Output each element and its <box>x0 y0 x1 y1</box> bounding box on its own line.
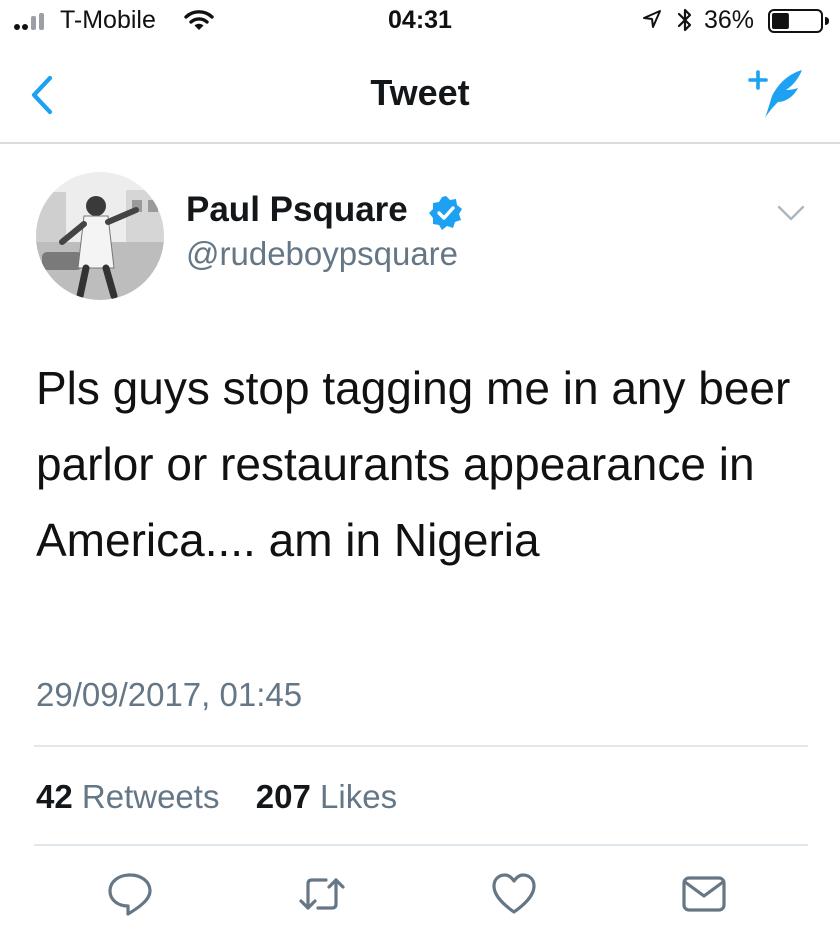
avatar-image <box>36 172 164 300</box>
compose-tweet-button[interactable] <box>748 66 808 122</box>
retweet-icon <box>299 878 345 910</box>
retweets-count: 42 <box>36 778 73 815</box>
reply-button[interactable] <box>106 870 154 918</box>
author-name[interactable]: Paul Psquare <box>186 190 408 230</box>
chevron-down-icon <box>777 205 805 221</box>
like-button[interactable] <box>490 870 538 918</box>
page-title: Tweet <box>370 72 470 113</box>
direct-message-icon <box>682 876 726 912</box>
likes-count: 207 <box>255 778 311 815</box>
location-arrow-icon <box>643 10 661 28</box>
retweets-label: Retweets <box>81 778 220 815</box>
direct-message-button[interactable] <box>680 870 728 918</box>
likes-label: Likes <box>320 778 398 815</box>
tweet-timestamp: 29/09/2017, 01:45 <box>36 676 303 713</box>
avatar[interactable] <box>36 172 164 300</box>
divider <box>34 745 808 747</box>
retweet-button[interactable] <box>298 870 346 918</box>
reply-icon <box>108 873 152 916</box>
author-handle[interactable]: @rudeboypsquare <box>186 235 458 273</box>
tweet-text: Pls guys stop tagging me in any beer par… <box>36 362 791 566</box>
status-bar: T-Mobile 04:31 36% <box>0 0 840 44</box>
like-icon <box>492 873 536 914</box>
tweet-stats: 42 Retweets 207 Likes <box>36 778 397 816</box>
compose-tweet-icon <box>748 70 802 118</box>
bluetooth-icon <box>677 8 692 32</box>
verified-badge-icon <box>429 196 462 230</box>
battery-icon <box>768 9 829 33</box>
battery-percent: 36% <box>704 6 755 34</box>
likes-stat[interactable]: 207 Likes <box>247 778 397 815</box>
tweet-options-button[interactable] <box>776 202 806 224</box>
retweets-stat[interactable]: 42 Retweets <box>36 778 229 815</box>
nav-bar: Tweet <box>0 44 840 144</box>
divider <box>34 844 808 846</box>
